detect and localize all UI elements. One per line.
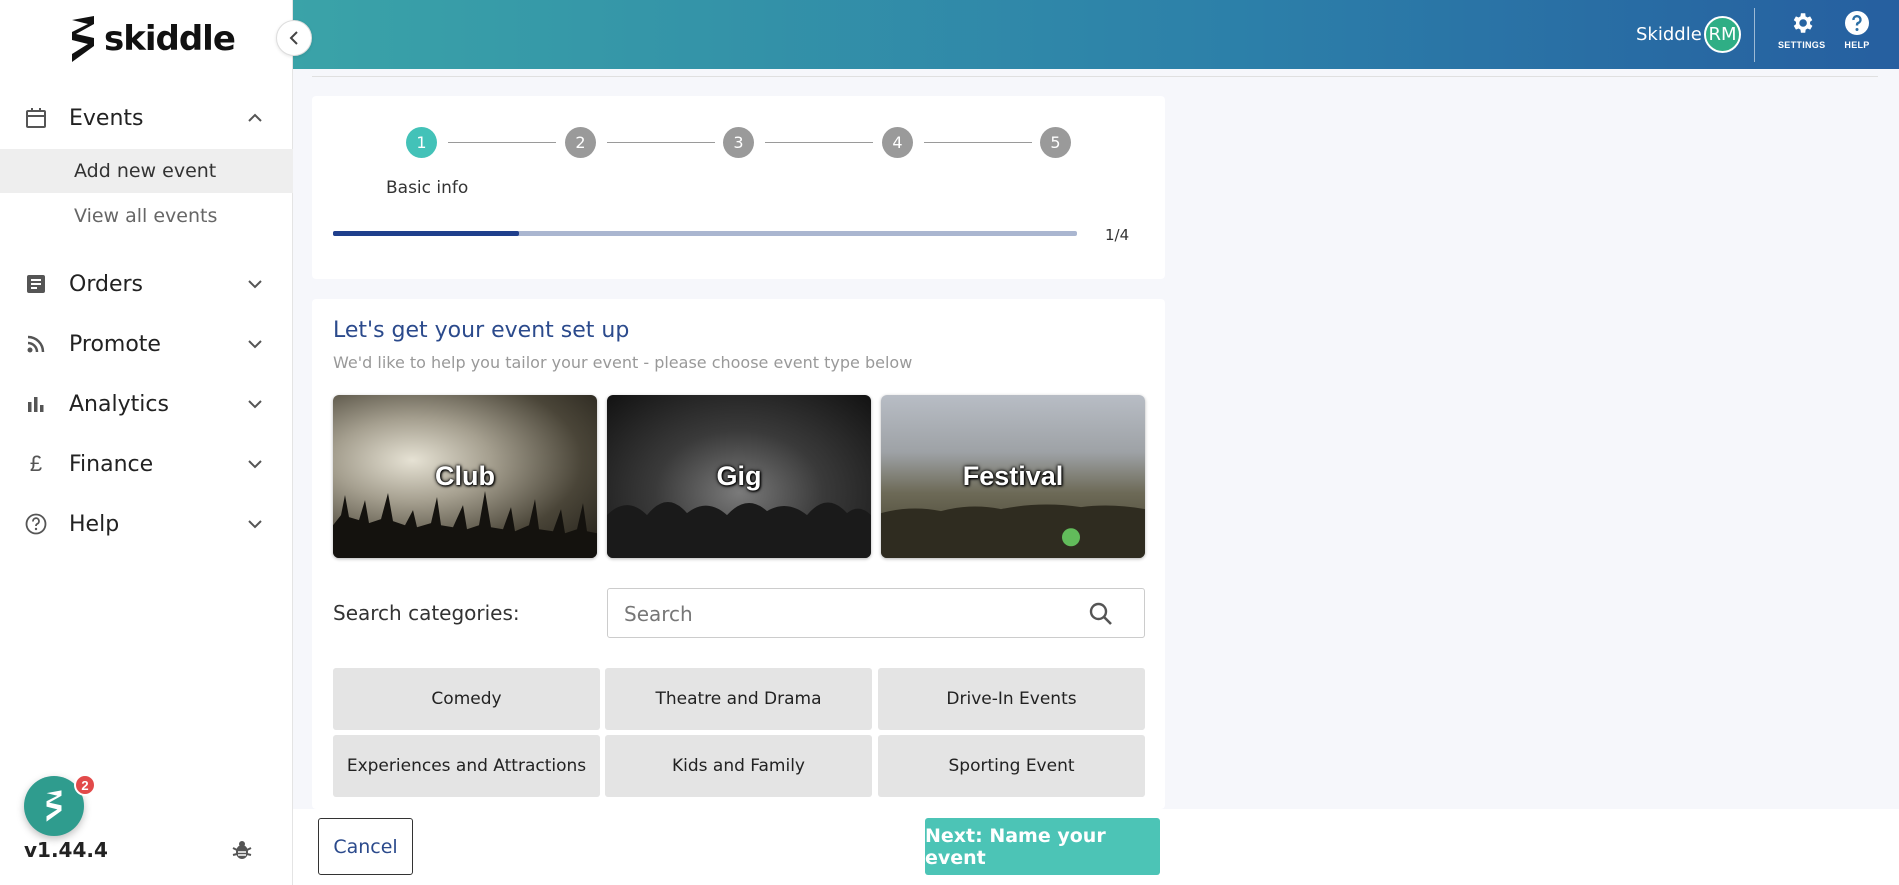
step-1: 1 <box>406 127 437 158</box>
help-label: HELP <box>1844 40 1870 50</box>
bar-chart-icon <box>24 392 48 416</box>
progress-bar <box>333 231 1077 236</box>
category-drive-in-events[interactable]: Drive-In Events <box>878 668 1145 730</box>
nav-events-label: Events <box>69 105 144 131</box>
header-divider <box>1754 8 1755 62</box>
chat-notification-badge: 2 <box>74 774 96 796</box>
nav-finance[interactable]: £ Finance <box>0 439 293 489</box>
chevron-down-icon <box>245 454 265 474</box>
crowd-silhouette-icon <box>333 490 597 558</box>
crowd-silhouette-icon <box>881 504 1145 558</box>
receipt-icon <box>24 272 48 296</box>
setup-title: Let's get your event set up <box>333 318 630 343</box>
chevron-down-icon <box>245 334 265 354</box>
sidebar-item-add-new-event[interactable]: Add new event <box>0 149 293 193</box>
crowd-silhouette-icon <box>607 501 871 558</box>
search-icon[interactable] <box>1088 601 1114 627</box>
nav-events[interactable]: Events <box>0 93 293 143</box>
step-4: 4 <box>882 127 913 158</box>
nav-promote-label: Promote <box>69 331 161 357</box>
event-type-gig-label: Gig <box>716 461 762 491</box>
event-type-club[interactable]: Club <box>333 395 597 558</box>
calendar-icon <box>24 106 48 130</box>
bug-report-icon[interactable] <box>230 838 254 862</box>
chevron-down-icon <box>245 274 265 294</box>
rss-icon <box>24 332 48 356</box>
header-rule <box>312 76 1878 77</box>
gear-icon <box>1793 13 1813 33</box>
search-categories-label: Search categories: <box>333 601 520 625</box>
event-type-club-label: Club <box>435 461 495 491</box>
nav-orders-label: Orders <box>69 271 143 297</box>
pound-icon: £ <box>29 451 43 476</box>
category-comedy[interactable]: Comedy <box>333 668 600 730</box>
cancel-button[interactable]: Cancel <box>318 818 413 875</box>
app-version: v1.44.4 <box>24 838 108 862</box>
skiddle-logo-mark-icon <box>72 16 94 62</box>
nav-help-label: Help <box>69 511 120 537</box>
current-step-label: Basic info <box>386 178 469 198</box>
nav-finance-label: Finance <box>69 451 154 477</box>
help-icon <box>1845 11 1869 35</box>
step-3: 3 <box>723 127 754 158</box>
category-sporting-event[interactable]: Sporting Event <box>878 735 1145 797</box>
step-connector <box>607 142 715 143</box>
setup-subtitle: We'd like to help you tailor your event … <box>333 353 913 372</box>
avatar[interactable]: RM <box>1704 16 1741 53</box>
settings-button[interactable]: SETTINGS <box>1778 10 1825 50</box>
step-2: 2 <box>565 127 596 158</box>
question-icon <box>24 512 48 536</box>
progress-text: 1/4 <box>1105 226 1130 244</box>
category-search-box <box>607 588 1145 638</box>
chevron-down-icon <box>245 514 265 534</box>
nav-promote[interactable]: Promote <box>0 319 293 369</box>
nav-analytics-label: Analytics <box>69 391 169 417</box>
event-type-festival[interactable]: Festival <box>881 395 1145 558</box>
step-connector <box>765 142 873 143</box>
logo-text: skiddle <box>104 19 236 59</box>
help-button[interactable]: HELP <box>1844 10 1870 50</box>
step-connector <box>924 142 1032 143</box>
sidebar-item-view-all-events[interactable]: View all events <box>0 194 293 238</box>
progress-bar-fill <box>333 231 519 236</box>
user-name[interactable]: Skiddle <box>1636 24 1702 45</box>
nav-orders[interactable]: Orders <box>0 259 293 309</box>
nav-help[interactable]: Help <box>0 499 293 549</box>
settings-label: SETTINGS <box>1778 40 1826 50</box>
event-type-gig[interactable]: Gig <box>607 395 871 558</box>
category-experiences-and-attractions[interactable]: Experiences and Attractions <box>333 735 600 797</box>
sidebar: skiddle Events Add new event View all ev… <box>0 0 293 885</box>
event-type-festival-label: Festival <box>962 461 1064 491</box>
category-theatre-and-drama[interactable]: Theatre and Drama <box>605 668 872 730</box>
chevron-down-icon <box>245 394 265 414</box>
chevron-left-icon <box>289 31 298 45</box>
skiddle-logo-mark-icon <box>46 790 62 822</box>
category-kids-and-family[interactable]: Kids and Family <box>605 735 872 797</box>
skiddle-logo[interactable]: skiddle <box>68 14 236 64</box>
sidebar-collapse-button[interactable] <box>276 20 312 56</box>
next-button[interactable]: Next: Name your event <box>925 818 1160 875</box>
category-search-input[interactable] <box>624 599 1064 629</box>
step-5: 5 <box>1040 127 1071 158</box>
step-connector <box>448 142 556 143</box>
chevron-up-icon <box>245 108 265 128</box>
nav-analytics[interactable]: Analytics <box>0 379 293 429</box>
